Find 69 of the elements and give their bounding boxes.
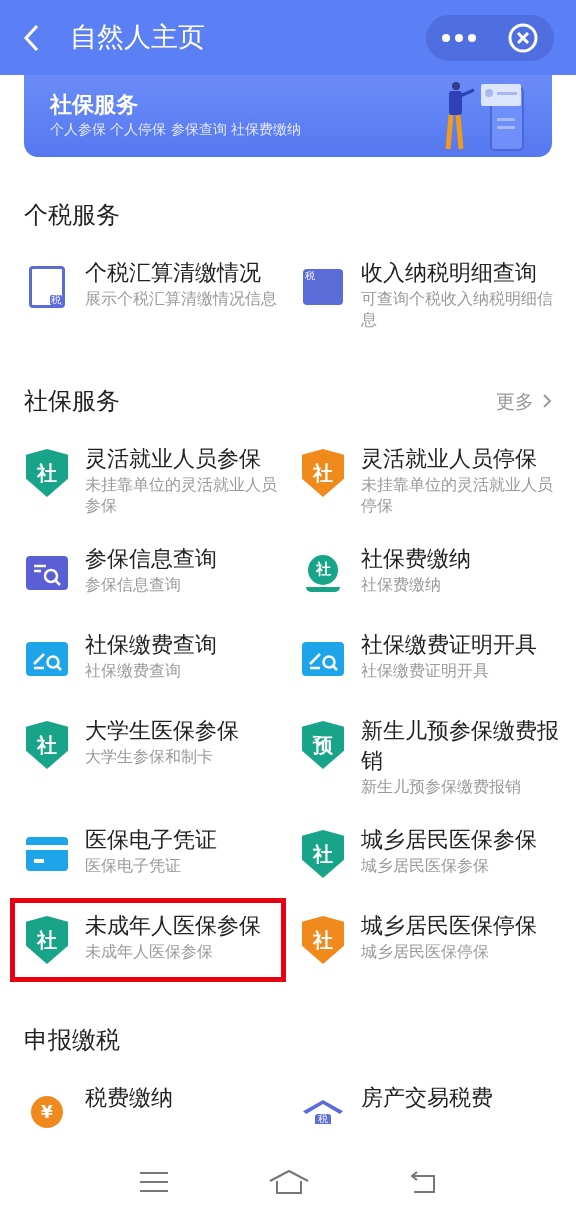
shield-icon: 社 bbox=[302, 449, 344, 497]
chevron-icon bbox=[542, 393, 552, 409]
service-title: 税费缴纳 bbox=[85, 1084, 173, 1112]
service-item[interactable]: 社保缴费证明开具 社保缴费证明开具 bbox=[286, 617, 574, 701]
service-description: 大学生参保和制卡 bbox=[85, 746, 214, 767]
shield-icon: 社 bbox=[26, 449, 68, 497]
service-description: 展示个税汇算清缴情况信息 bbox=[85, 288, 277, 309]
service-item[interactable]: 社 未成年人医保参保 未成年人医保参保 bbox=[10, 898, 286, 982]
service-item[interactable]: ¥ 税费缴纳 bbox=[10, 1070, 286, 1151]
service-item[interactable]: 社 大学生医保参保 大学生参保和制卡 bbox=[10, 703, 286, 810]
service-item[interactable]: 社 城乡居民医保参保 城乡居民医保参保 bbox=[286, 812, 574, 896]
back-icon[interactable] bbox=[22, 22, 40, 53]
section-title: 个税服务 bbox=[24, 200, 120, 231]
service-title: 社保费缴纳 bbox=[361, 545, 471, 573]
yuan-coin-icon: ¥ bbox=[31, 1096, 63, 1128]
service-item[interactable]: 社 灵活就业人员停保 未挂靠单位的灵活就业人员停保 bbox=[286, 431, 574, 529]
home-icon[interactable] bbox=[269, 1169, 309, 1195]
banner-title: 社保服务 bbox=[50, 92, 139, 118]
service-title: 灵活就业人员参保 bbox=[85, 445, 262, 473]
service-title: 大学生医保参保 bbox=[85, 717, 239, 745]
service-description: 参保信息查询 bbox=[85, 574, 182, 595]
service-title: 未成年人医保参保 bbox=[85, 912, 261, 940]
service-item[interactable]: 社 社保费缴纳 社保费缴纳 bbox=[286, 531, 574, 615]
service-description: 社保缴费证明开具 bbox=[361, 660, 490, 681]
banner-subtitle: 个人参保 个人停保 参保查询 社保费缴纳 bbox=[50, 120, 302, 139]
service-description: 城乡居民医保停保 bbox=[361, 941, 490, 962]
service-title: 参保信息查询 bbox=[85, 545, 217, 573]
service-title: 新生儿预参保缴费报销 bbox=[361, 717, 560, 775]
menu-icon[interactable] bbox=[140, 1171, 169, 1193]
more-icon[interactable] bbox=[442, 33, 476, 42]
section-title: 社保服务 bbox=[24, 386, 120, 417]
service-title: 医保电子凭证 bbox=[85, 826, 217, 854]
service-description: 未挂靠单位的灵活就业人员停保 bbox=[361, 474, 554, 516]
service-description: 未成年人医保参保 bbox=[85, 941, 214, 962]
service-title: 社保缴费证明开具 bbox=[361, 631, 537, 659]
shield-icon: 社 bbox=[302, 830, 344, 878]
service-title: 个税汇算清缴情况 bbox=[85, 259, 262, 287]
close-icon[interactable] bbox=[508, 22, 538, 53]
service-item[interactable]: 社 城乡居民医保停保 城乡居民医保停保 bbox=[286, 898, 574, 982]
service-item[interactable]: 社 灵活就业人员参保 未挂靠单位的灵活就业人员参保 bbox=[10, 431, 286, 529]
shield-icon: 社 bbox=[26, 721, 68, 769]
service-title: 房产交易税费 bbox=[361, 1084, 493, 1112]
service-description: 城乡居民医保参保 bbox=[361, 855, 490, 876]
service-description: 未挂靠单位的灵活就业人员参保 bbox=[85, 474, 277, 516]
service-description: 可查询个税收入纳税明细信息 bbox=[361, 288, 554, 330]
service-item[interactable]: 税 个税汇算清缴情况 展示个税汇算清缴情况信息 bbox=[10, 245, 286, 343]
service-item[interactable]: 税 房产交易税费 bbox=[286, 1070, 574, 1151]
service-title: 城乡居民医保参保 bbox=[361, 826, 537, 854]
shield-icon: 社 bbox=[26, 916, 68, 964]
section-title: 申报缴税 bbox=[24, 1025, 120, 1056]
service-title: 收入纳税明细查询 bbox=[361, 259, 538, 287]
service-item[interactable]: 医保电子凭证 医保电子凭证 bbox=[10, 812, 286, 896]
service-title: 城乡居民医保停保 bbox=[361, 912, 537, 940]
shield-icon: 预 bbox=[302, 721, 344, 769]
service-title: 社保缴费查询 bbox=[85, 631, 217, 659]
service-description: 医保电子凭证 bbox=[85, 855, 182, 876]
shield-icon: 社 bbox=[302, 916, 344, 964]
tax-document-icon: 税 bbox=[29, 266, 65, 308]
service-item[interactable]: 参保信息查询 参保信息查询 bbox=[10, 531, 286, 615]
service-item[interactable]: 预 新生儿预参保缴费报销 新生儿预参保缴费报销 bbox=[286, 703, 574, 810]
service-title: 灵活就业人员停保 bbox=[361, 445, 538, 473]
service-description: 社保费缴纳 bbox=[361, 574, 442, 595]
service-item[interactable]: 税 收入纳税明细查询 可查询个税收入纳税明细信息 bbox=[286, 245, 574, 343]
service-item[interactable]: 社保缴费查询 社保缴费查询 bbox=[10, 617, 286, 701]
back-icon[interactable] bbox=[409, 1170, 436, 1194]
tax-search-icon: 税 bbox=[303, 269, 343, 305]
service-description: 社保缴费查询 bbox=[85, 660, 182, 681]
service-description: 新生儿预参保缴费报销 bbox=[361, 776, 522, 797]
page-title: 自然人主页 bbox=[70, 20, 205, 55]
